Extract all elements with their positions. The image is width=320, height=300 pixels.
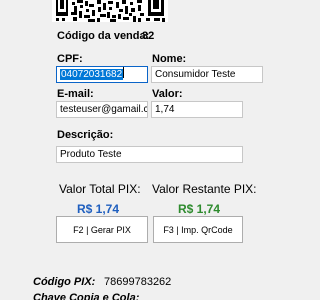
valor-label: Valor: [152,88,183,100]
imp-qrcode-button[interactable]: F3 | Imp. QrCode [153,216,243,243]
nome-value: Consumidor Teste [155,69,236,80]
cpf-field[interactable]: 04072031682 [56,66,148,83]
qr-code-image [52,0,168,22]
cpf-value: 04072031682 [60,69,124,80]
chave-copia-cola-label: Chave Copia e Cola: [33,292,140,300]
cpf-label: CPF: [57,53,83,65]
valor-field[interactable]: 1,74 [151,101,243,118]
pix-payment-window: Código da venda: 32 CPF: 04072031682 Nom… [0,0,300,300]
descricao-label: Descrição: [57,129,114,141]
total-pix-value: R$ 1,74 [77,202,120,216]
sale-code-label: Código da venda: [57,30,150,42]
email-value: testeuser@gamail.com [60,104,147,115]
descricao-value: Produto Teste [60,149,122,160]
valor-value: 1,74 [155,104,175,115]
gerar-pix-button[interactable]: F2 | Gerar PIX [56,216,148,243]
nome-label: Nome: [152,53,187,65]
email-label: E-mail: [57,88,94,100]
qr-code-graphic [52,0,168,22]
sale-code-value: 32 [142,30,155,42]
codigo-pix-label: Código PIX: [33,276,96,288]
restante-pix-label: Valor Restante PIX: [152,182,257,196]
codigo-pix-value: 78699783262 [104,276,172,288]
text-caret [123,67,125,78]
descricao-field[interactable]: Produto Teste [56,146,243,163]
nome-field[interactable]: Consumidor Teste [151,66,263,83]
total-pix-label: Valor Total PIX: [59,182,141,196]
restante-pix-value: R$ 1,74 [178,202,221,216]
email-field[interactable]: testeuser@gamail.com [56,101,148,118]
